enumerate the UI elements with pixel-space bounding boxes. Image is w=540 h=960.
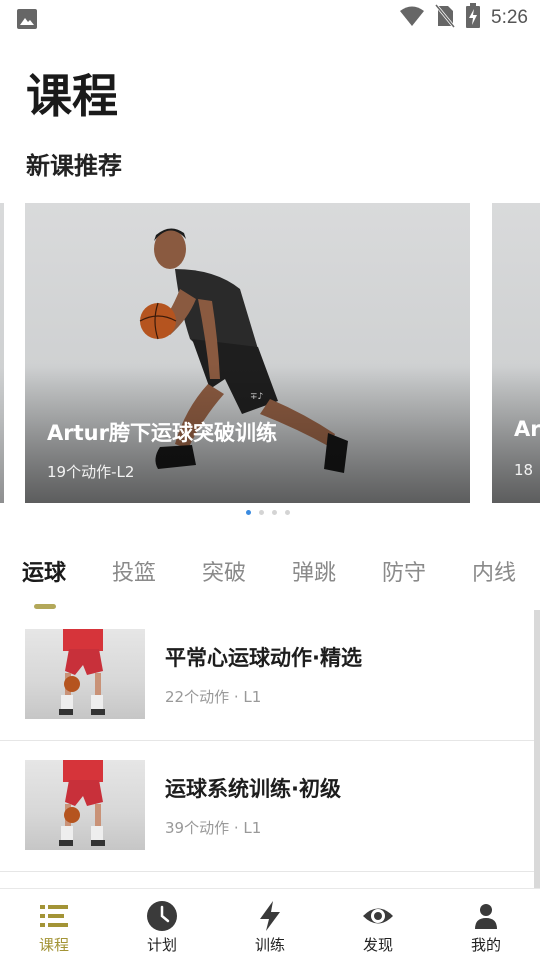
tab-jump[interactable]: 弹跳 <box>292 558 336 590</box>
tab-dribble[interactable]: 运球 <box>22 558 66 590</box>
course-thumbnail <box>25 629 145 719</box>
lightning-icon <box>260 901 280 931</box>
person-icon <box>475 904 497 929</box>
nav-item-training[interactable]: 训练 <box>216 889 324 960</box>
course-subtitle: 39个动作 · L1 <box>165 819 262 837</box>
carousel-card-title: Artur胯下运球突破训练 <box>47 421 277 445</box>
tab-indicator <box>34 604 56 609</box>
list-item[interactable]: 平常心运球动作·精选 22个动作 · L1 <box>0 610 540 741</box>
nav-label: 计划 <box>146 936 177 954</box>
section-title: 新课推荐 <box>26 152 122 180</box>
nav-item-profile[interactable]: 我的 <box>432 889 540 960</box>
nav-item-courses[interactable]: 课程 <box>0 889 108 960</box>
battery-charging-icon <box>465 3 481 33</box>
tab-post[interactable]: 内线 <box>472 558 516 590</box>
carousel-page-indicator <box>246 510 290 515</box>
course-thumbnail <box>25 760 145 850</box>
scrollbar[interactable] <box>534 610 540 890</box>
wifi-icon <box>399 5 425 31</box>
bottom-nav: 课程 计划 训练 发现 我的 <box>0 888 540 960</box>
clock-icon <box>147 901 177 931</box>
nav-label: 我的 <box>470 936 501 954</box>
page-dot <box>285 510 290 515</box>
page-dot <box>246 510 251 515</box>
status-time: 5:26 <box>491 7 528 28</box>
carousel-card-previous[interactable] <box>0 203 4 503</box>
course-title: 运球系统训练·初级 <box>165 777 341 801</box>
course-carousel[interactable]: ∓♪ Artur胯下运球突破训练 19个动作-L2 Art 18 <box>0 203 540 503</box>
carousel-card[interactable]: ∓♪ Artur胯下运球突破训练 19个动作-L2 <box>25 203 470 503</box>
page-dot <box>259 510 264 515</box>
list-icon <box>40 905 68 927</box>
list-item[interactable]: 运球系统训练·初级 39个动作 · L1 <box>0 741 540 872</box>
course-title: 平常心运球动作·精选 <box>165 646 362 670</box>
page-title: 课程 <box>26 69 118 123</box>
course-subtitle: 22个动作 · L1 <box>165 688 262 706</box>
page-dot <box>272 510 277 515</box>
carousel-card-next[interactable]: Art 18 <box>492 203 540 503</box>
nav-item-plan[interactable]: 计划 <box>108 889 216 960</box>
nav-label: 训练 <box>254 936 285 954</box>
eye-icon <box>363 908 393 924</box>
tab-shooting[interactable]: 投篮 <box>112 558 156 590</box>
no-sim-icon <box>434 4 456 32</box>
image-icon <box>16 8 38 34</box>
carousel-card-subtitle: 19个动作-L2 <box>47 463 135 481</box>
tab-breakthrough[interactable]: 突破 <box>202 558 246 590</box>
category-tabs: 运球 投篮 突破 弹跳 防守 内线 <box>0 558 540 594</box>
nav-item-discover[interactable]: 发现 <box>324 889 432 960</box>
tab-defense[interactable]: 防守 <box>382 558 426 590</box>
carousel-card-subtitle: 18 <box>514 461 534 479</box>
status-bar: 5:26 <box>0 0 540 36</box>
nav-label: 课程 <box>38 936 69 954</box>
nav-label: 发现 <box>362 936 393 954</box>
carousel-card-title: Art <box>514 417 540 441</box>
